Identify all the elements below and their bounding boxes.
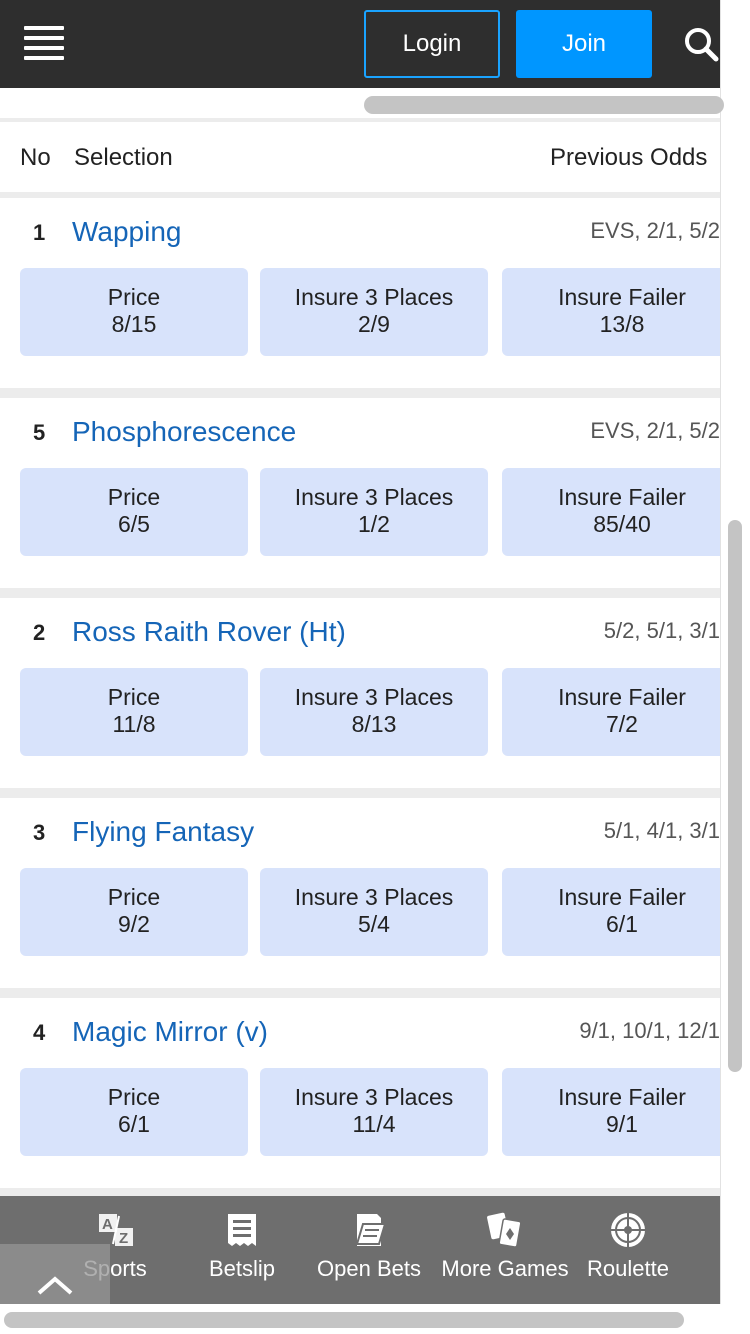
runner-row: 3 Flying Fantasy 5/1, 4/1, 3/1 Price 9/2… xyxy=(0,798,720,988)
column-no: No xyxy=(20,144,51,171)
insure-places-label: Insure 3 Places xyxy=(294,1084,454,1110)
runner-previous-odds: EVS, 2/1, 5/2 xyxy=(590,218,720,243)
insure-places-value: 1/2 xyxy=(358,511,390,537)
price-button[interactable]: Price 11/8 xyxy=(20,668,248,756)
insure-failer-value: 9/1 xyxy=(606,1111,638,1137)
column-previous-odds: Previous Odds xyxy=(550,144,708,171)
runner-number: 5 xyxy=(33,420,46,445)
runner-name-link[interactable]: Magic Mirror (v) xyxy=(72,1016,268,1048)
price-button[interactable]: Price 6/1 xyxy=(20,1068,248,1156)
runner-name-link[interactable]: Flying Fantasy xyxy=(72,816,254,848)
nav-betslip-label: Betslip xyxy=(208,1256,276,1281)
nav-more-games-label: More Games xyxy=(441,1256,569,1281)
login-button[interactable]: Login xyxy=(364,10,500,78)
price-value: 9/2 xyxy=(118,911,150,937)
runners-table-header: No Selection Previous Odds xyxy=(0,122,720,192)
search-icon[interactable] xyxy=(680,24,720,64)
insure-places-label: Insure 3 Places xyxy=(294,684,454,710)
price-value: 6/5 xyxy=(118,511,150,537)
insure-failer-label: Insure Failer xyxy=(558,884,686,910)
price-label: Price xyxy=(107,284,161,310)
insure-places-label: Insure 3 Places xyxy=(294,884,454,910)
runner-name-link[interactable]: Ross Raith Rover (Ht) xyxy=(72,616,346,648)
insure-3-places-button[interactable]: Insure 3 Places 8/13 xyxy=(260,668,488,756)
price-value: 6/1 xyxy=(118,1111,150,1137)
price-label: Price xyxy=(107,684,161,710)
insure-failer-label: Insure Failer xyxy=(558,684,686,710)
price-button[interactable]: Price 9/2 xyxy=(20,868,248,956)
insure-places-label: Insure 3 Places xyxy=(294,484,454,510)
insure-places-value: 5/4 xyxy=(358,911,390,937)
top-header: Login Join xyxy=(0,0,720,88)
betslip-icon xyxy=(222,1210,262,1250)
insure-failer-button[interactable]: Insure Failer 9/1 xyxy=(502,1068,720,1156)
svg-text:A: A xyxy=(102,1216,113,1233)
nav-open-bets-label: Open Bets xyxy=(317,1256,421,1281)
insure-failer-label: Insure Failer xyxy=(558,284,686,310)
nav-roulette[interactable]: Roulette xyxy=(582,1210,674,1282)
runner-number: 2 xyxy=(33,620,46,645)
runner-previous-odds: 5/2, 5/1, 3/1 xyxy=(603,618,720,643)
runners-list: 1 Wapping EVS, 2/1, 5/2 Price 8/15 Insur… xyxy=(0,198,720,1198)
nav-roulette-label: Roulette xyxy=(587,1256,669,1281)
insure-failer-value: 85/40 xyxy=(593,511,651,537)
insure-places-value: 2/9 xyxy=(358,311,390,337)
nav-open-bets[interactable]: Open Bets xyxy=(314,1210,424,1282)
insure-places-label: Insure 3 Places xyxy=(294,284,454,310)
runner-name-link[interactable]: Wapping xyxy=(72,216,181,248)
nav-betslip[interactable]: Betslip xyxy=(202,1210,282,1282)
runner-number: 3 xyxy=(33,820,46,845)
insure-places-value: 8/13 xyxy=(351,711,397,737)
insure-failer-button[interactable]: Insure Failer 6/1 xyxy=(502,868,720,956)
insure-failer-label: Insure Failer xyxy=(558,1084,686,1110)
runner-previous-odds: 9/1, 10/1, 12/1 xyxy=(579,1018,720,1043)
horizontal-scrollbar-top[interactable] xyxy=(364,96,724,114)
insure-places-value: 11/4 xyxy=(352,1111,396,1137)
runner-row: 1 Wapping EVS, 2/1, 5/2 Price 8/15 Insur… xyxy=(0,198,720,388)
vertical-scrollbar[interactable] xyxy=(728,520,742,1072)
nav-more-games[interactable]: More Games xyxy=(438,1210,572,1282)
svg-text:Z: Z xyxy=(119,1230,128,1247)
price-value: 8/15 xyxy=(111,311,157,337)
insure-3-places-button[interactable]: Insure 3 Places 11/4 xyxy=(260,1068,488,1156)
price-label: Price xyxy=(107,484,161,510)
column-selection: Selection xyxy=(74,144,173,171)
runner-number: 1 xyxy=(33,220,46,245)
insure-failer-value: 7/2 xyxy=(606,711,638,737)
insure-failer-button[interactable]: Insure Failer 7/2 xyxy=(502,668,720,756)
insure-3-places-button[interactable]: Insure 3 Places 5/4 xyxy=(260,868,488,956)
horizontal-scrollbar-bottom[interactable] xyxy=(4,1312,684,1328)
playing-cards-icon xyxy=(485,1210,525,1250)
runner-row: 5 Phosphorescence EVS, 2/1, 5/2 Price 6/… xyxy=(0,398,720,588)
runner-previous-odds: 5/1, 4/1, 3/1 xyxy=(603,818,720,843)
price-value: 11/8 xyxy=(112,711,156,737)
insure-3-places-button[interactable]: Insure 3 Places 2/9 xyxy=(260,268,488,356)
insure-failer-value: 6/1 xyxy=(606,911,638,937)
app-viewport: Login Join No Selection Previous Odds 1 … xyxy=(0,0,750,1334)
roulette-wheel-icon xyxy=(608,1210,648,1250)
price-button[interactable]: Price 8/15 xyxy=(20,268,248,356)
insure-3-places-button[interactable]: Insure 3 Places 1/2 xyxy=(260,468,488,556)
runner-row: 2 Ross Raith Rover (Ht) 5/2, 5/1, 3/1 Pr… xyxy=(0,598,720,788)
insure-failer-button[interactable]: Insure Failer 85/40 xyxy=(502,468,720,556)
runner-previous-odds: EVS, 2/1, 5/2 xyxy=(590,418,720,443)
hamburger-menu-icon[interactable] xyxy=(24,26,64,60)
insure-failer-button[interactable]: Insure Failer 13/8 xyxy=(502,268,720,356)
insure-failer-label: Insure Failer xyxy=(558,484,686,510)
price-label: Price xyxy=(107,1084,161,1110)
runner-number: 4 xyxy=(33,1020,46,1045)
price-label: Price xyxy=(107,884,161,910)
join-button[interactable]: Join xyxy=(516,10,652,78)
chevron-up-icon xyxy=(37,1276,73,1295)
runner-row: 4 Magic Mirror (v) 9/1, 10/1, 12/1 Price… xyxy=(0,998,720,1188)
insure-failer-value: 13/8 xyxy=(599,311,645,337)
price-button[interactable]: Price 6/5 xyxy=(20,468,248,556)
runner-name-link[interactable]: Phosphorescence xyxy=(72,416,296,448)
open-bets-icon xyxy=(349,1210,389,1250)
